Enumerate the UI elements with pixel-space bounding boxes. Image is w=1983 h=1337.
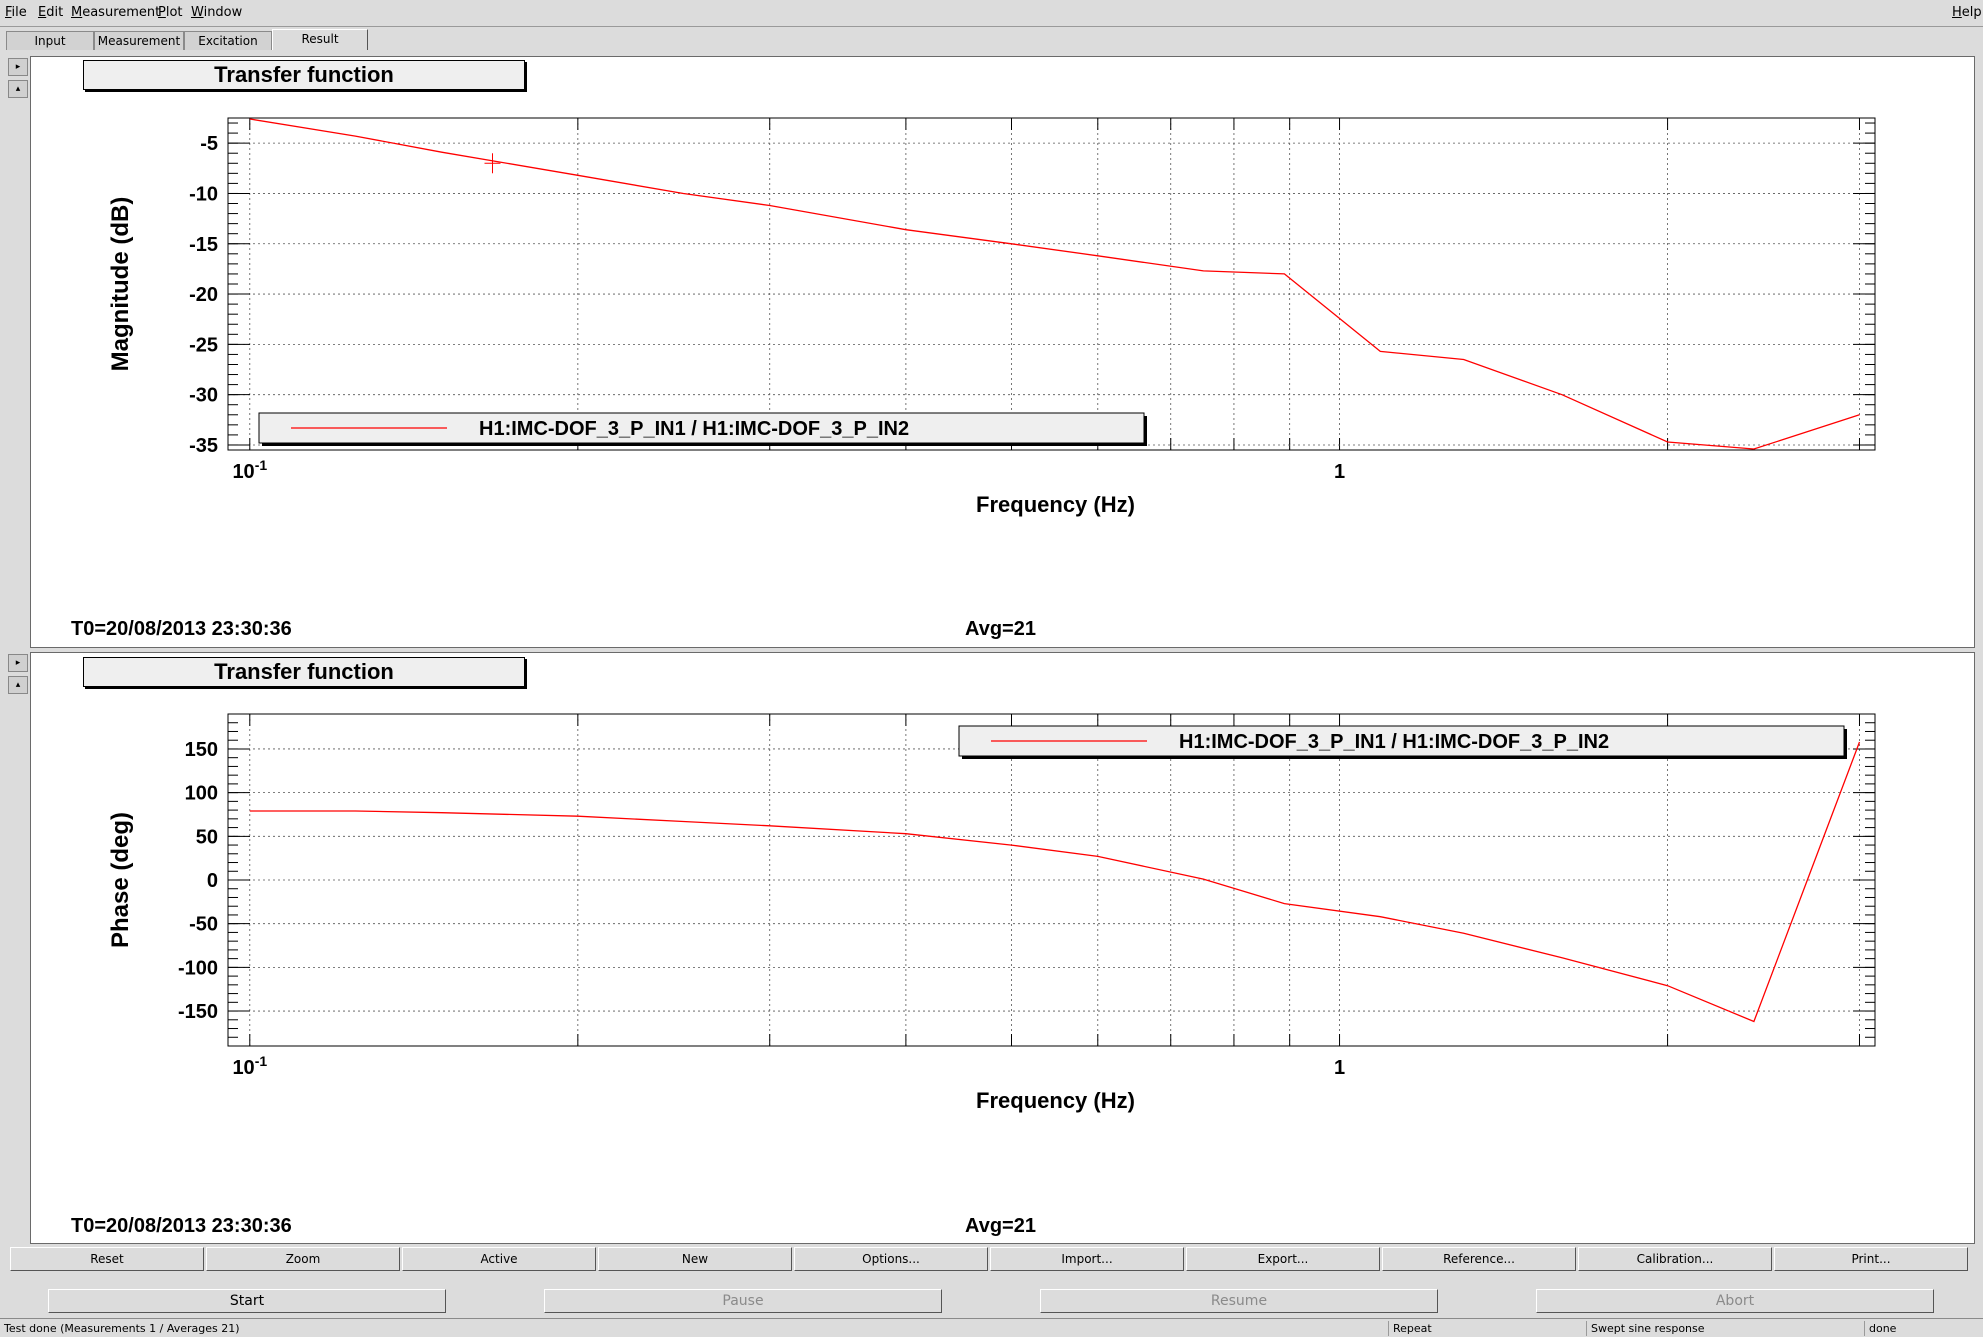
pad2-collapse-button[interactable]: ▴ (8, 676, 28, 694)
pad1-collapse-button[interactable]: ▴ (8, 80, 28, 98)
print-button[interactable]: Print... (1774, 1247, 1968, 1271)
y-tick-label: -25 (189, 334, 218, 356)
zoom-button[interactable]: Zoom (206, 1247, 400, 1271)
status-bar: Test done (Measurements 1 / Averages 21)… (0, 1318, 1983, 1337)
y-tick-label: -5 (200, 133, 218, 155)
pad2-expand-button[interactable]: ▸ (8, 654, 28, 672)
plot-control-buttons: Reset Zoom Active New Options... Import.… (8, 1247, 1973, 1271)
y-axis-label: Phase (deg) (107, 812, 134, 948)
options-button[interactable]: Options... (794, 1247, 988, 1271)
reset-button[interactable]: Reset (10, 1247, 204, 1271)
active-button[interactable]: Active (402, 1247, 596, 1271)
menu-plot[interactable]: Plot (158, 5, 183, 20)
tab-excitation[interactable]: Excitation (184, 31, 272, 50)
pad2-side-buttons: ▸ ▴ (8, 654, 28, 698)
y-tick-label: -15 (189, 234, 218, 256)
y-axis-label: Magnitude (dB) (107, 197, 134, 372)
plot-frame (227, 713, 1876, 1047)
pause-button[interactable]: Pause (544, 1289, 942, 1313)
avg-label: Avg=21 (965, 1215, 1036, 1237)
new-button[interactable]: New (598, 1247, 792, 1271)
abort-button[interactable]: Abort (1536, 1289, 1934, 1313)
y-tick-label: 150 (185, 739, 218, 761)
x-tick-label: 1 (1334, 461, 1345, 483)
plot-frame (227, 117, 1876, 451)
magnitude-chart[interactable]: -5 -10 -15 -20 -25 -30 -35 10-1 1 Frequency (Hz) M… (31, 57, 1974, 647)
y-tick-label: -30 (189, 385, 218, 407)
tab-bar: Input Measurement Excitation Result (4, 29, 1979, 51)
tab-measurement[interactable]: Measurement (94, 31, 184, 50)
x-tick-label: 1 (1334, 1057, 1345, 1079)
import-button[interactable]: Import... (990, 1247, 1184, 1271)
avg-label: Avg=21 (965, 618, 1036, 640)
t0-label: T0=20/08/2013 23:30:36 (71, 1215, 292, 1237)
menu-file[interactable]: File (5, 5, 27, 20)
menu-bar: File Edit Measurement Plot Window Help (0, 0, 1983, 27)
x-tick-label: 10-1 (232, 1053, 267, 1079)
y-tick-label: -10 (189, 183, 218, 205)
x-tick-label: 10-1 (232, 457, 267, 483)
reference-button[interactable]: Reference... (1382, 1247, 1576, 1271)
x-axis-label: Frequency (Hz) (976, 1088, 1135, 1113)
menu-measurement[interactable]: Measurement (71, 5, 160, 20)
plot-pad-phase[interactable]: Transfer function 150 100 50 0 -50 -100 -150 10… (30, 652, 1975, 1244)
y-tick-label: -100 (178, 957, 218, 979)
y-tick-label: -150 (178, 1001, 218, 1023)
menu-window[interactable]: Window (191, 5, 242, 20)
legend-label: H1:IMC-DOF_3_P_IN1 / H1:IMC-DOF_3_P_IN2 (479, 418, 909, 440)
pad1-side-buttons: ▸ ▴ (8, 58, 28, 102)
start-button[interactable]: Start (48, 1289, 446, 1313)
tab-result[interactable]: Result (272, 29, 368, 50)
menu-edit[interactable]: Edit (38, 5, 63, 20)
legend-label: H1:IMC-DOF_3_P_IN1 / H1:IMC-DOF_3_P_IN2 (1179, 731, 1609, 753)
status-repeat: Repeat (1388, 1321, 1432, 1336)
y-tick-label: 50 (196, 826, 218, 848)
y-tick-label: 0 (207, 870, 218, 892)
y-tick-label: -50 (189, 914, 218, 936)
y-tick-label: -20 (189, 284, 218, 306)
x-axis-label: Frequency (Hz) (976, 492, 1135, 517)
status-message: Test done (Measurements 1 / Averages 21) (4, 1322, 240, 1335)
phase-chart[interactable]: 150 100 50 0 -50 -100 -150 10-1 1 Frequency (Hz) P… (31, 653, 1974, 1243)
export-button[interactable]: Export... (1186, 1247, 1380, 1271)
pad1-expand-button[interactable]: ▸ (8, 58, 28, 76)
calibration-button[interactable]: Calibration... (1578, 1247, 1772, 1271)
status-type: Swept sine response (1586, 1321, 1705, 1336)
menu-help[interactable]: Help (1952, 5, 1982, 20)
t0-label: T0=20/08/2013 23:30:36 (71, 618, 292, 640)
status-state: done (1864, 1321, 1896, 1336)
y-tick-label: -35 (189, 435, 218, 457)
resume-button[interactable]: Resume (1040, 1289, 1438, 1313)
y-tick-label: 100 (185, 783, 218, 805)
tab-input[interactable]: Input (6, 31, 94, 50)
plot-pad-magnitude[interactable]: Transfer function -5 -10 -15 -20 -25 -30 -35 10… (30, 56, 1975, 648)
